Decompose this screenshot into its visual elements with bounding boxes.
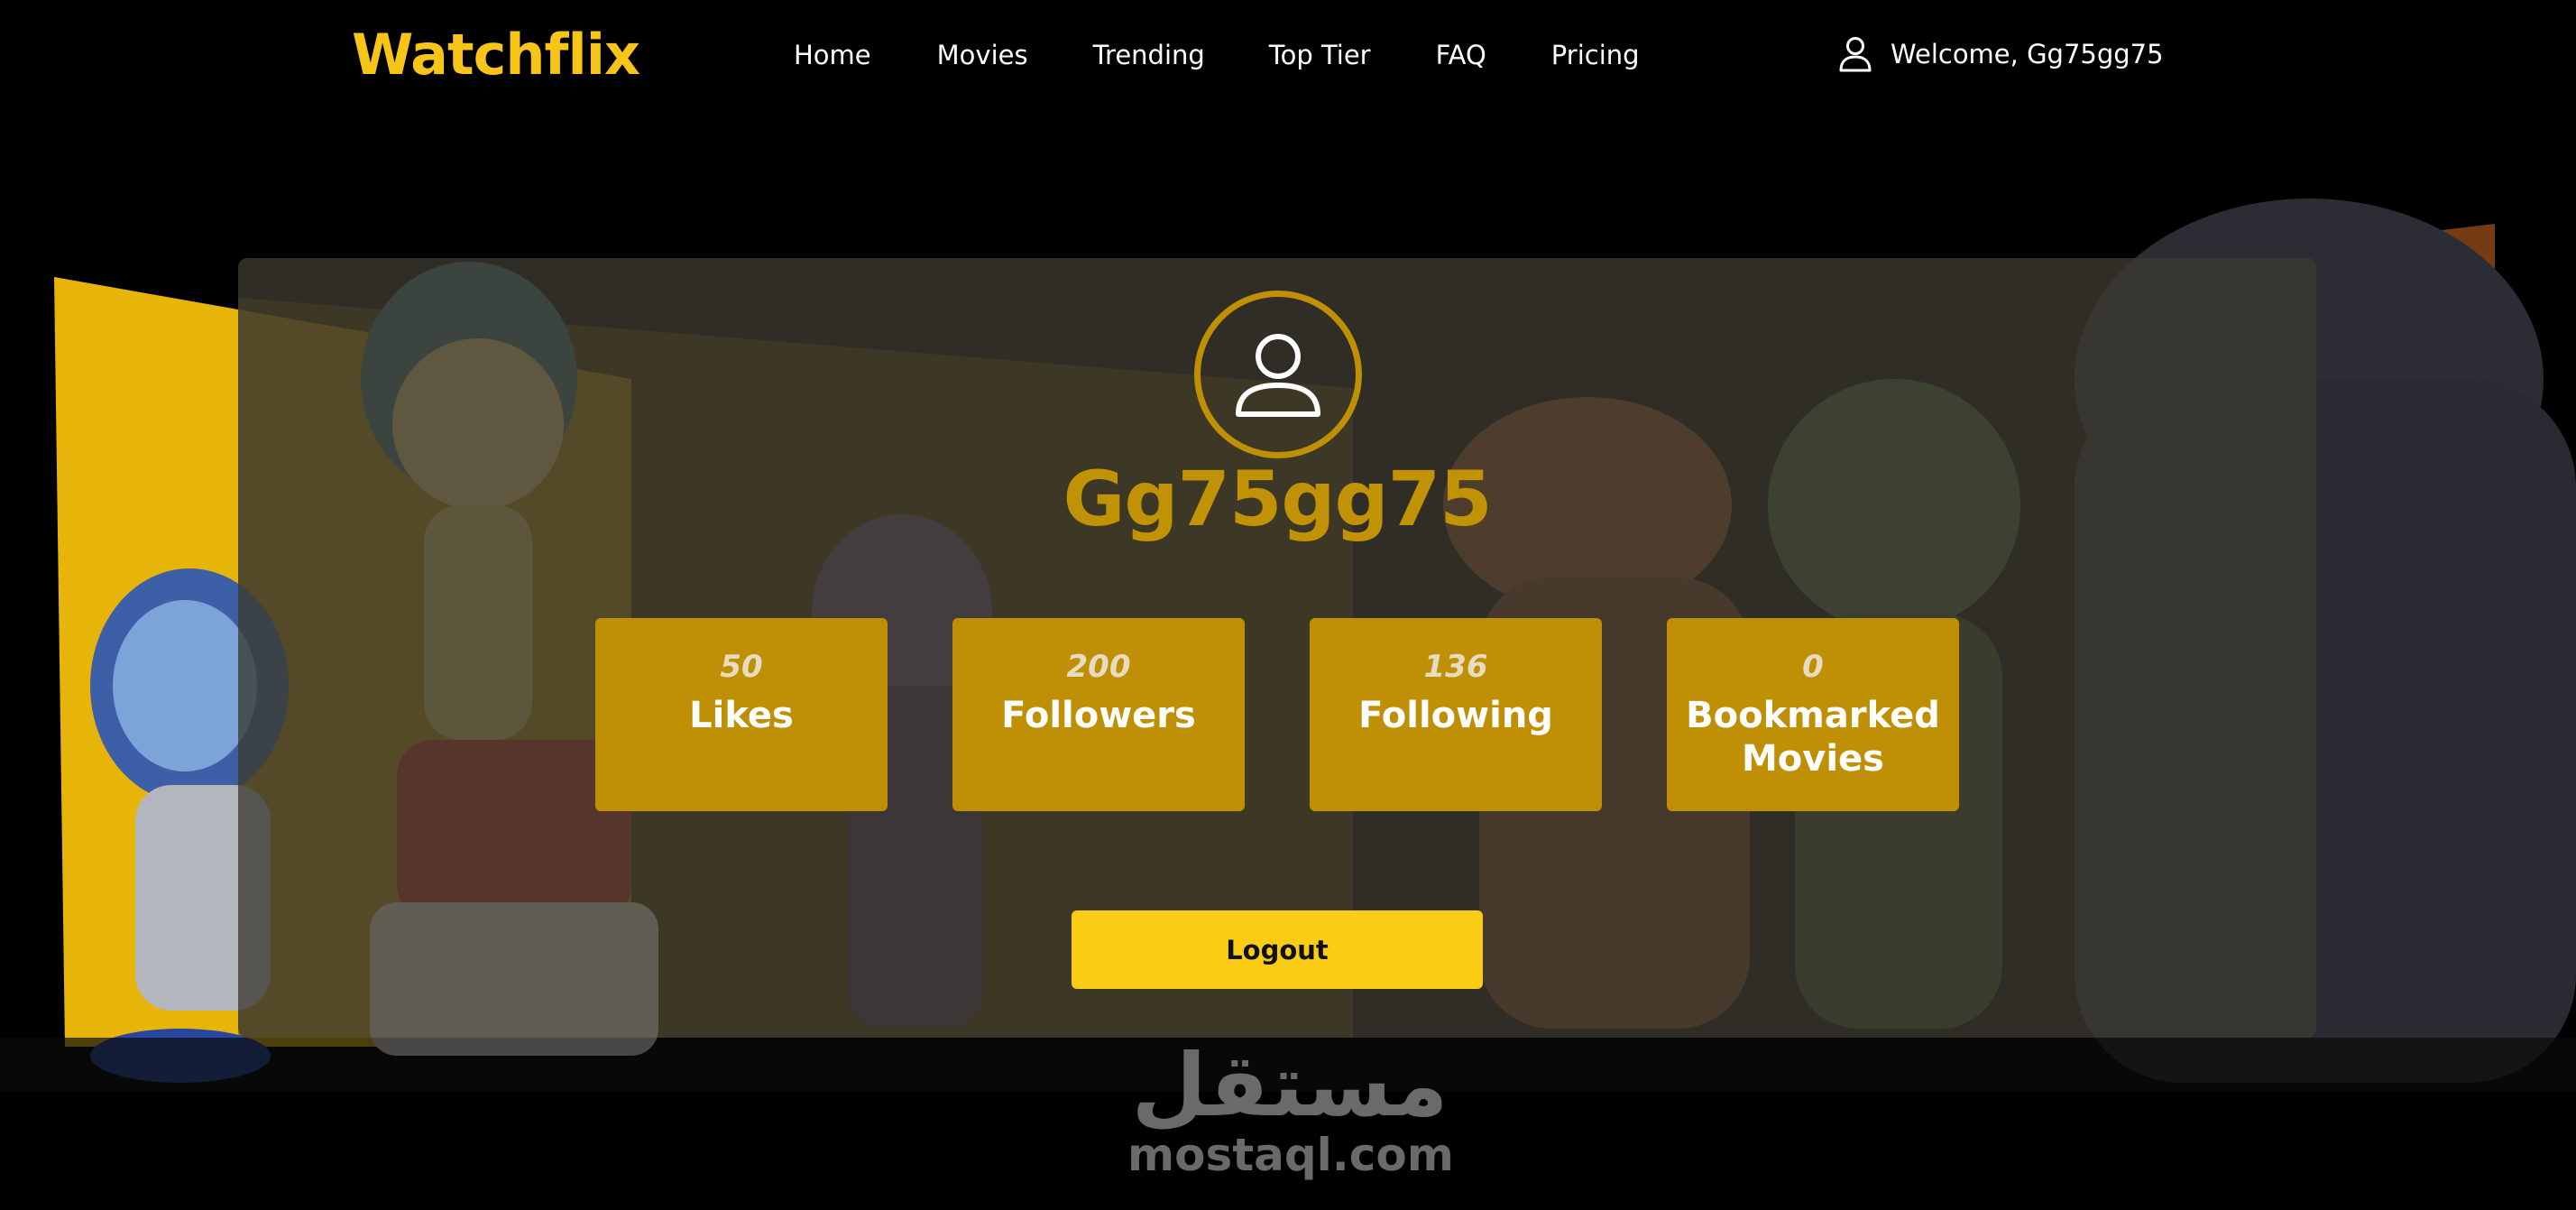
stat-value: 136 xyxy=(1423,649,1488,685)
main-nav: Home Movies Trending Top Tier FAQ Pricin… xyxy=(794,40,1640,70)
welcome-text: Welcome, Gg75gg75 xyxy=(1891,39,2164,69)
user-welcome[interactable]: Welcome, Gg75gg75 xyxy=(1838,36,2164,72)
stat-following[interactable]: 136 Following xyxy=(1310,618,1602,811)
avatar xyxy=(1194,291,1362,458)
nav-pricing[interactable]: Pricing xyxy=(1551,40,1640,70)
user-avatar-icon xyxy=(1236,334,1320,417)
stat-value: 50 xyxy=(720,649,763,685)
nav-top-tier[interactable]: Top Tier xyxy=(1269,40,1371,70)
top-navbar: Watchflix Home Movies Trending Top Tier … xyxy=(0,0,2576,115)
watermark-latin: mostaql.com xyxy=(1127,1129,1454,1181)
stat-likes[interactable]: 50 Likes xyxy=(595,618,888,811)
nav-trending[interactable]: Trending xyxy=(1093,40,1205,70)
stat-value: 0 xyxy=(1802,649,1824,685)
mostaql-watermark: مستقل mostaql.com xyxy=(1127,1035,1454,1181)
nav-movies[interactable]: Movies xyxy=(937,40,1028,70)
stat-label: Following xyxy=(1358,695,1553,736)
nav-faq[interactable]: FAQ xyxy=(1436,40,1486,70)
profile-username: Gg75gg75 xyxy=(1063,455,1492,543)
stat-label: Bookmarked Movies xyxy=(1686,695,1940,780)
user-icon xyxy=(1839,37,1872,72)
profile-card: Gg75gg75 50 Likes 200 Followers 136 Foll… xyxy=(238,258,2316,1038)
stat-label: Followers xyxy=(1001,695,1196,736)
stat-bookmarked-movies[interactable]: 0 Bookmarked Movies xyxy=(1667,618,1959,811)
logout-button[interactable]: Logout xyxy=(1072,910,1483,989)
brand-logo[interactable]: Watchflix xyxy=(352,22,640,88)
profile-stats: 50 Likes 200 Followers 136 Following 0 B… xyxy=(595,618,1959,811)
profile-page: Watchflix Home Movies Trending Top Tier … xyxy=(0,0,2576,1210)
stat-followers[interactable]: 200 Followers xyxy=(952,618,1245,811)
stat-label: Likes xyxy=(689,695,794,736)
watermark-arabic: مستقل xyxy=(1131,1035,1449,1136)
nav-home[interactable]: Home xyxy=(794,40,871,70)
stat-value: 200 xyxy=(1066,649,1131,685)
